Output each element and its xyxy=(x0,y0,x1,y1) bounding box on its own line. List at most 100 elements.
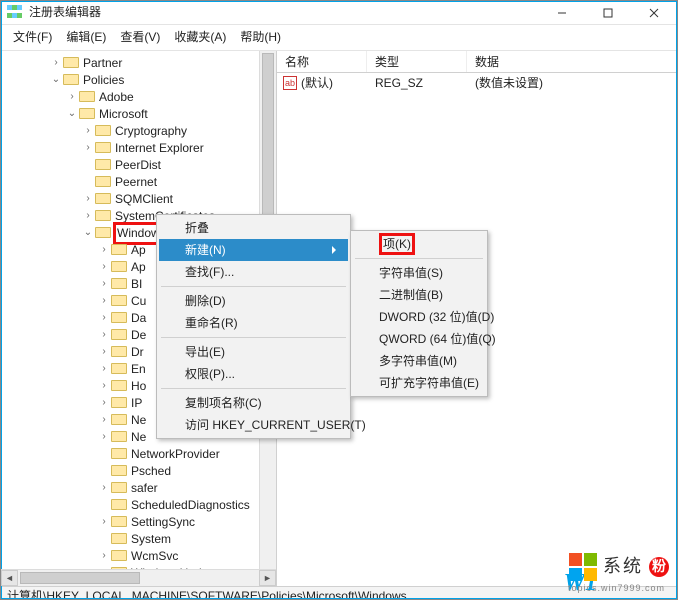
watermark-url: topics.win7999.com xyxy=(568,582,665,585)
folder-icon xyxy=(63,56,79,70)
tree-item-label: De xyxy=(129,327,148,344)
menu-help[interactable]: 帮助(H) xyxy=(234,27,287,48)
tree-item[interactable]: › SQMClient xyxy=(1,191,276,208)
expand-collapse-icon[interactable]: › xyxy=(97,413,111,427)
folder-icon xyxy=(111,379,127,393)
tree-item[interactable]: › safer xyxy=(1,480,276,497)
expand-collapse-icon[interactable]: › xyxy=(81,141,95,155)
expand-collapse-icon[interactable]: › xyxy=(97,362,111,376)
value-data: (数值未设置) xyxy=(467,75,677,92)
tree-item[interactable]: NetworkProvider xyxy=(1,446,276,463)
folder-icon xyxy=(95,158,111,172)
ctx-goto-hkcu[interactable]: 访问 HKEY_CURRENT_USER(T) xyxy=(159,414,348,436)
tree-item[interactable]: ›WcmSvc xyxy=(1,548,276,565)
menu-edit[interactable]: 编辑(E) xyxy=(60,27,112,48)
submenu-new: 项(K) 字符串值(S) 二进制值(B) DWORD (32 位)值(D) QW… xyxy=(350,230,488,397)
sub-dword[interactable]: DWORD (32 位)值(D) xyxy=(353,306,485,328)
expand-collapse-icon[interactable]: ⌄ xyxy=(65,107,79,121)
folder-icon xyxy=(111,328,127,342)
sub-multi[interactable]: 多字符串值(M) xyxy=(353,350,485,372)
sub-expand[interactable]: 可扩充字符串值(E) xyxy=(353,372,485,394)
tree-item-label: Policies xyxy=(81,72,126,89)
tree-item-label: Partner xyxy=(81,55,124,72)
tree-item[interactable]: Psched xyxy=(1,463,276,480)
expand-collapse-icon[interactable]: › xyxy=(97,549,111,563)
tree-item[interactable]: ›SettingSync xyxy=(1,514,276,531)
expand-collapse-icon[interactable]: › xyxy=(97,294,111,308)
tree-item[interactable]: ›Internet Explorer xyxy=(1,140,276,157)
value-name: (默认) xyxy=(301,75,333,92)
expand-collapse-icon[interactable]: › xyxy=(65,90,79,104)
expand-collapse-icon[interactable]: › xyxy=(81,209,95,223)
tree-item[interactable]: › Partner xyxy=(1,55,276,72)
expand-collapse-icon[interactable]: › xyxy=(81,124,95,138)
tree-item-label: safer xyxy=(129,480,160,497)
tree-item-label: BI xyxy=(129,276,144,293)
tree-item[interactable]: ⌄ Microsoft xyxy=(1,106,276,123)
tree-item[interactable]: ›Adobe xyxy=(1,89,276,106)
expand-collapse-icon[interactable]: ⌄ xyxy=(49,73,63,87)
folder-icon xyxy=(95,226,111,240)
tree-item[interactable]: PeerDist xyxy=(1,157,276,174)
ctx-delete[interactable]: 删除(D) xyxy=(159,290,348,312)
expand-collapse-icon[interactable]: › xyxy=(97,396,111,410)
expand-collapse-icon[interactable]: › xyxy=(97,379,111,393)
folder-icon xyxy=(79,107,95,121)
app-icon xyxy=(7,5,23,21)
ctx-collapse[interactable]: 折叠 xyxy=(159,217,348,239)
tree-item[interactable]: ⌄ Policies xyxy=(1,72,276,89)
tree-item[interactable]: ›Cryptography xyxy=(1,123,276,140)
tree-item-label: Microsoft xyxy=(97,106,150,123)
ctx-new[interactable]: 新建(N) xyxy=(159,239,348,261)
watermark-text: 系统 xyxy=(603,554,643,579)
sub-qword[interactable]: QWORD (64 位)值(Q) xyxy=(353,328,485,350)
expand-collapse-icon[interactable]: › xyxy=(97,260,111,274)
sub-key[interactable]: 项(K) xyxy=(353,233,485,255)
expand-collapse-icon[interactable]: › xyxy=(97,243,111,257)
folder-icon xyxy=(111,413,127,427)
menu-file[interactable]: 文件(F) xyxy=(7,27,58,48)
expand-collapse-icon[interactable]: › xyxy=(97,277,111,291)
expand-collapse-icon[interactable]: › xyxy=(97,328,111,342)
folder-icon xyxy=(95,209,111,223)
tree-horizontal-scrollbar[interactable]: ◄► xyxy=(1,569,276,586)
folder-icon xyxy=(95,175,111,189)
ctx-export[interactable]: 导出(E) xyxy=(159,341,348,363)
folder-icon xyxy=(111,430,127,444)
expand-collapse-icon[interactable]: › xyxy=(97,430,111,444)
sub-string[interactable]: 字符串值(S) xyxy=(353,262,485,284)
value-row[interactable]: ab(默认) REG_SZ (数值未设置) xyxy=(277,73,677,94)
ctx-copy-key-name[interactable]: 复制项名称(C) xyxy=(159,392,348,414)
col-data[interactable]: 数据 xyxy=(467,51,677,72)
expand-collapse-icon[interactable]: › xyxy=(97,311,111,325)
maximize-button[interactable] xyxy=(585,1,631,25)
tree-item[interactable]: System xyxy=(1,531,276,548)
ctx-rename[interactable]: 重命名(R) xyxy=(159,312,348,334)
microsoft-logo-icon xyxy=(569,553,597,581)
menu-view[interactable]: 查看(V) xyxy=(114,27,166,48)
string-icon: ab xyxy=(283,76,297,90)
expand-collapse-icon[interactable]: › xyxy=(97,515,111,529)
expand-collapse-icon[interactable]: › xyxy=(97,481,111,495)
expand-collapse-icon[interactable]: ⌄ xyxy=(81,226,95,240)
sub-binary[interactable]: 二进制值(B) xyxy=(353,284,485,306)
expand-collapse-icon[interactable]: › xyxy=(49,56,63,70)
folder-icon xyxy=(111,396,127,410)
expand-collapse-icon[interactable]: › xyxy=(97,345,111,359)
menu-favorites[interactable]: 收藏夹(A) xyxy=(168,27,232,48)
tree-item-label: SQMClient xyxy=(113,191,175,208)
tree-item[interactable]: ScheduledDiagnostics xyxy=(1,497,276,514)
ctx-permissions[interactable]: 权限(P)... xyxy=(159,363,348,385)
tree-item-label: Da xyxy=(129,310,148,327)
col-type[interactable]: 类型 xyxy=(367,51,467,72)
folder-icon xyxy=(95,141,111,155)
tree-item[interactable]: Peernet xyxy=(1,174,276,191)
tree-item-label: ScheduledDiagnostics xyxy=(129,497,252,514)
ctx-find[interactable]: 查找(F)... xyxy=(159,261,348,283)
minimize-button[interactable] xyxy=(539,1,585,25)
folder-icon xyxy=(111,481,127,495)
col-name[interactable]: 名称 xyxy=(277,51,367,72)
folder-icon xyxy=(95,124,111,138)
close-button[interactable] xyxy=(631,1,677,25)
expand-collapse-icon[interactable]: › xyxy=(81,192,95,206)
